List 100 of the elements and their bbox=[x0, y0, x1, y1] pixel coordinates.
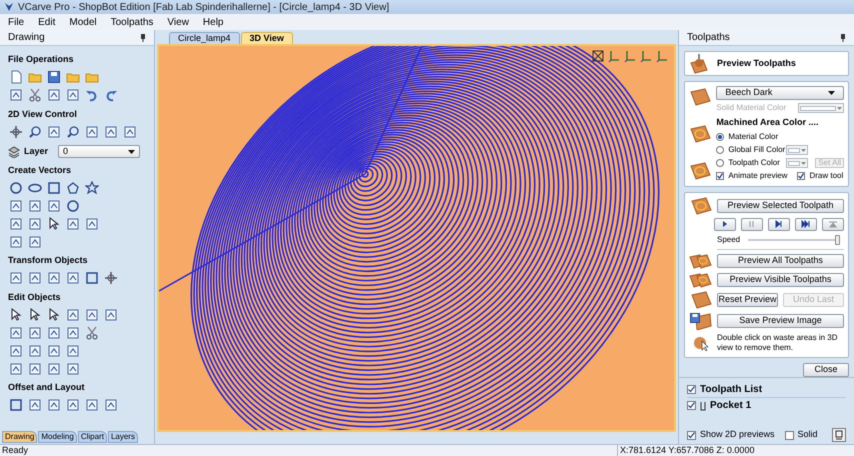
panel-tab[interactable]: Clipart bbox=[78, 431, 107, 443]
document-tab[interactable]: Circle_lamp4 bbox=[169, 32, 240, 44]
checkbox[interactable] bbox=[687, 384, 696, 394]
menu-item[interactable]: Help bbox=[202, 14, 224, 30]
slider-label: Speed bbox=[717, 234, 740, 246]
axis-view-icon[interactable] bbox=[656, 50, 668, 62]
color-dropdown[interactable] bbox=[786, 145, 808, 155]
skip-to-end-icon[interactable] bbox=[801, 219, 811, 229]
checkbox-label: Animate preview bbox=[728, 170, 788, 182]
radio-button[interactable] bbox=[716, 146, 724, 154]
radio-label: Global Fill Color bbox=[728, 144, 782, 156]
dropdown-arrow-icon bbox=[837, 106, 842, 110]
panel-title: Drawing bbox=[8, 31, 45, 45]
rectangle-icon[interactable] bbox=[47, 180, 61, 194]
preview-button[interactable]: Preview Visible Toolpaths bbox=[717, 272, 844, 286]
section-heading: 2D View Control bbox=[8, 108, 78, 120]
panel-tab[interactable]: Modeling bbox=[38, 431, 77, 443]
preview-selected-button[interactable]: Preview Selected Toolpath bbox=[717, 198, 844, 212]
window-title: VCarve Pro - ShopBot Edition [Fab Lab Spinderihallerne] - [Circle_lamp4 - 3D View] bbox=[18, 0, 390, 14]
redo-icon[interactable] bbox=[104, 88, 118, 102]
wood-ring-icon bbox=[689, 162, 711, 180]
cursor-icon[interactable] bbox=[9, 308, 23, 322]
reset-preview-button[interactable]: Reset Preview bbox=[717, 292, 778, 306]
cursor-icon[interactable] bbox=[28, 308, 42, 322]
pin-icon[interactable] bbox=[840, 34, 846, 42]
checkbox[interactable] bbox=[784, 430, 794, 440]
dropdown-arrow-icon bbox=[828, 91, 835, 95]
magnifier-icon[interactable] bbox=[66, 124, 80, 138]
panel-title: Toolpaths bbox=[687, 31, 730, 45]
move-icon[interactable] bbox=[9, 124, 23, 138]
close-button[interactable]: Close bbox=[803, 362, 849, 376]
menu-item[interactable]: Edit bbox=[38, 14, 56, 30]
checkbox[interactable] bbox=[687, 401, 696, 410]
scissors-icon[interactable] bbox=[28, 88, 42, 102]
cursor-icon[interactable] bbox=[47, 308, 61, 322]
menu-item[interactable]: File bbox=[8, 14, 24, 30]
layers-icon bbox=[8, 146, 20, 158]
color-dropdown[interactable] bbox=[798, 103, 844, 113]
axis-view-icon[interactable] bbox=[624, 50, 636, 62]
radio-button[interactable] bbox=[716, 133, 724, 141]
checkmark-icon bbox=[688, 386, 695, 392]
cursor-icon[interactable] bbox=[47, 216, 61, 230]
radio-button[interactable] bbox=[716, 159, 724, 167]
checkbox-label: Solid bbox=[798, 428, 818, 442]
wood-block-icon bbox=[690, 290, 712, 308]
checkbox[interactable] bbox=[687, 430, 696, 440]
move-icon[interactable] bbox=[104, 271, 118, 285]
star-icon[interactable] bbox=[85, 180, 99, 194]
checkmark-icon bbox=[688, 402, 695, 409]
checkmark-icon bbox=[717, 173, 724, 179]
wood-ring-icon bbox=[690, 196, 712, 214]
rectangle-icon[interactable] bbox=[9, 398, 23, 412]
menu-item[interactable]: Toolpaths bbox=[110, 14, 154, 30]
cursor-click-icon bbox=[692, 334, 710, 350]
scissors-icon[interactable] bbox=[85, 326, 99, 340]
app-logo-icon bbox=[4, 2, 14, 12]
section-heading: File Operations bbox=[8, 53, 75, 66]
list-heading: Toolpath List bbox=[700, 382, 762, 396]
menu-item[interactable]: View bbox=[167, 14, 189, 30]
menu-item[interactable]: Model bbox=[69, 14, 97, 30]
wood-rings-icon bbox=[689, 252, 713, 268]
checkbox[interactable] bbox=[716, 172, 724, 180]
panel-tab[interactable]: Layers bbox=[108, 431, 138, 443]
dropdown-arrow-icon bbox=[801, 162, 806, 164]
checkbox[interactable] bbox=[797, 172, 806, 180]
toolpath-item[interactable]: Pocket 1 bbox=[710, 398, 752, 413]
panel-tab[interactable]: Drawing bbox=[2, 431, 38, 443]
layer-dropdown[interactable]: 0 bbox=[58, 145, 140, 158]
save-preview-button[interactable]: Save Preview Image bbox=[717, 314, 844, 328]
material-dropdown[interactable]: Beech Dark bbox=[716, 86, 844, 100]
status-text: Ready bbox=[1, 444, 30, 456]
undo-icon[interactable] bbox=[85, 88, 99, 102]
wood-rings-icon bbox=[689, 272, 713, 288]
slider-thumb[interactable] bbox=[835, 234, 840, 244]
circle-icon[interactable] bbox=[66, 198, 80, 212]
panel-toggle-icon[interactable] bbox=[835, 430, 843, 440]
rectangle-icon[interactable] bbox=[85, 271, 99, 285]
radio-label: Toolpath Color bbox=[728, 157, 781, 169]
axis-view-icon[interactable] bbox=[640, 50, 652, 62]
checkmark-icon bbox=[798, 173, 804, 179]
document-tab[interactable]: 3D View bbox=[240, 32, 293, 44]
preview-button[interactable]: Preview All Toolpaths bbox=[717, 254, 844, 268]
dropdown-arrow-icon bbox=[128, 150, 136, 154]
checkbox-label: Draw tool bbox=[809, 170, 844, 182]
axis-view-icon[interactable] bbox=[608, 50, 620, 62]
section-heading: Create Vectors bbox=[8, 164, 72, 176]
zoom-extents-icon[interactable] bbox=[592, 50, 604, 62]
color-dropdown[interactable] bbox=[786, 158, 808, 168]
checkbox-label: Show 2D previews bbox=[700, 428, 775, 442]
section-heading: Edit Objects bbox=[8, 290, 62, 304]
pin-icon[interactable] bbox=[140, 34, 146, 42]
new-file-icon[interactable] bbox=[9, 70, 23, 84]
magnifier-icon[interactable] bbox=[28, 124, 42, 138]
group-heading: Machined Area Color .... bbox=[716, 116, 820, 129]
step-forward-icon[interactable] bbox=[774, 219, 784, 229]
rewind-top-icon[interactable] bbox=[828, 219, 838, 229]
save-icon[interactable] bbox=[47, 70, 61, 84]
cursor-coordinates: X:781.6124 Y:657.7086 Z: 0.0000 bbox=[617, 444, 754, 456]
circle-icon[interactable] bbox=[9, 180, 23, 194]
pentagon-icon[interactable] bbox=[66, 180, 80, 194]
